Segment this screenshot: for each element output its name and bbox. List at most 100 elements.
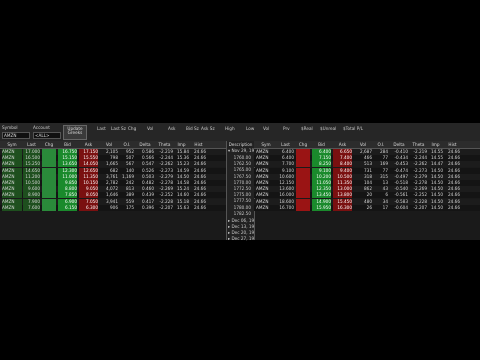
table-row[interactable]: AMZN 10.500 9.850 10.150 2,782 242 0.482 -2.278…: [0, 180, 226, 186]
table-row[interactable]: AMZN 7.600 6.150 6.300 906 175 0.396 -2.207 15.6…: [0, 204, 226, 211]
column-header[interactable]: Delta: [390, 141, 408, 148]
table-row[interactable]: AMZN 7.700 8.250 8.400 513 169 -0.453 -2.262 14.…: [254, 161, 480, 168]
table-cell: 24.66: [194, 155, 206, 161]
table-row[interactable]: AMZN 16.500 15.150 15.550 798 507 0.566 -2.244 1…: [0, 155, 226, 162]
table-row[interactable]: AMZN 6.400 6.400 6.650 2,687 284 -0.410 -2.219 1…: [254, 149, 480, 155]
table-cell: 13.650: [58, 161, 77, 168]
table-cell: 10.150: [79, 180, 98, 186]
expiry-row[interactable]: ▸ Dec 27, 19: [228, 236, 254, 242]
column-header[interactable]: Sym: [256, 141, 276, 148]
column-header[interactable]: Last: [23, 141, 40, 148]
table-cell: [42, 167, 56, 174]
table-cell: 466: [364, 155, 372, 161]
table-cell: 175: [126, 204, 134, 210]
column-header[interactable]: Sym: [2, 141, 22, 148]
table-row[interactable]: AMZN 12.150 11.050 11.350 104 13 -0.518 -2.278 1…: [254, 180, 480, 186]
table-cell: [42, 192, 56, 199]
table-cell: 6.150: [58, 204, 77, 211]
table-cell: 13.800: [333, 192, 352, 199]
table-row[interactable]: AMZN 10.600 10.200 10.500 318 315 -0.497 -2.279…: [254, 173, 480, 180]
table-cell: 12.150: [279, 180, 294, 185]
table-cell: [42, 161, 56, 168]
table-cell: [42, 204, 56, 211]
table-cell: 14.50: [431, 198, 443, 204]
table-cell: 318: [364, 173, 372, 179]
table-cell: 24.66: [448, 155, 460, 161]
table-row[interactable]: AMZN 9.100 9.100 9.400 731 77 -0.474 -2.273 14.5…: [254, 167, 480, 174]
table-cell: 8.400: [333, 161, 352, 168]
table-cell: 2,687: [360, 149, 372, 154]
column-header[interactable]: Bid: [58, 141, 77, 148]
table-cell: 16.500: [23, 155, 40, 162]
table-cell: 15.250: [23, 161, 40, 168]
strike-price: 1782.50: [233, 210, 251, 216]
strike-price: 1762.50: [233, 161, 251, 167]
table-cell: 906: [110, 204, 118, 210]
table-cell: 14.50: [431, 167, 443, 173]
table-row[interactable]: AMZN 16.000 13.450 13.800 20 6 -0.561 -2.252 14.…: [254, 192, 480, 199]
table-cell: [296, 198, 310, 205]
table-cell: -2.279: [413, 173, 428, 179]
column-header[interactable]: O.I.: [120, 141, 134, 148]
strike-price: 1775.00: [233, 192, 251, 198]
table-row[interactable]: AMZN 16.700 15.950 16.300 26 17 -0.604 -2.207 14…: [254, 204, 480, 211]
column-header[interactable]: Ask: [333, 141, 352, 148]
table-cell: 16.300: [333, 204, 352, 211]
table-cell: 14.55: [431, 155, 443, 161]
account-select[interactable]: <ALL>: [33, 132, 61, 139]
table-cell: 10.500: [333, 173, 352, 180]
column-header[interactable]: Vol: [100, 141, 118, 148]
toolbar-column-label: Vol: [263, 126, 270, 131]
table-cell: 16.750: [58, 149, 77, 155]
table-cell: 507: [126, 155, 134, 161]
table-cell: 2,782: [106, 180, 118, 185]
column-header[interactable]: Theta: [156, 141, 173, 148]
table-row[interactable]: AMZN 13.600 12.350 13.000 862 43 -0.540 -2.269 1…: [254, 186, 480, 193]
table-cell: 0.586: [142, 149, 154, 154]
table-row[interactable]: AMZN 7.900 6.900 7.050 3,941 559 0.417 -2.228 15…: [0, 198, 226, 205]
symbol-input[interactable]: AMZN: [2, 132, 30, 139]
column-header[interactable]: O.I.: [374, 141, 388, 148]
table-cell: -2.228: [159, 198, 174, 204]
table-cell: 24.66: [194, 204, 206, 210]
table-cell: -0.497: [394, 173, 409, 179]
table-cell: AMZN: [2, 173, 22, 180]
table-row[interactable]: AMZN 15.250 13.650 14.050 1,665 567 0.547 -2.26…: [0, 161, 226, 168]
table-cell: 7.050: [79, 198, 98, 205]
table-cell: 20: [366, 192, 372, 198]
table-cell: 1,646: [106, 192, 118, 198]
update-greeks-button[interactable]: Update Greeks: [63, 125, 87, 140]
table-cell: -2.262: [159, 161, 174, 167]
column-header[interactable]: Theta: [410, 141, 427, 148]
table-row[interactable]: AMZN 8.900 7.850 8.050 1,646 389 0.439 -2.252 14…: [0, 192, 226, 199]
table-cell: -0.453: [394, 161, 409, 167]
table-row[interactable]: AMZN 14.650 12.300 12.650 682 140 0.526 -2.273 1…: [0, 167, 226, 174]
table-cell: 6.400: [282, 155, 294, 161]
toolbar-column-label: Ask Sz: [201, 126, 215, 131]
table-cell: 24.66: [448, 192, 460, 198]
column-header[interactable]: Last: [277, 141, 294, 148]
table-cell: AMZN: [2, 198, 22, 205]
table-cell: [42, 173, 56, 180]
table-row[interactable]: AMZN 17.000 16.750 17.150 2,105 952 0.586 -2.21…: [0, 149, 226, 155]
column-header[interactable]: Chg: [296, 141, 310, 148]
table-cell: -0.540: [394, 186, 409, 192]
table-row[interactable]: AMZN 6.400 7.150 7.400 466 77 -0.434 -2.244 14.5…: [254, 155, 480, 162]
table-cell: 77: [382, 167, 388, 173]
expiry-label: Dec 13, 19: [231, 224, 255, 229]
column-header[interactable]: Delta: [136, 141, 154, 148]
table-cell: 11.000: [58, 173, 77, 180]
column-header[interactable]: Ask: [79, 141, 98, 148]
table-row[interactable]: AMZN 9.600 8.800 9.050 4,072 813 0.460 -2.269 15…: [0, 186, 226, 193]
table-row[interactable]: AMZN 18.600 14.900 15.450 480 34 -0.583 -2.228 1…: [254, 198, 480, 205]
table-row[interactable]: AMZN 11.200 11.000 11.350 3,761 1,169 0.503 -2.…: [0, 173, 226, 180]
column-header[interactable]: Bid: [312, 141, 331, 148]
column-header[interactable]: Chg: [42, 141, 56, 148]
column-header[interactable]: Vol: [354, 141, 372, 148]
table-cell: 24.66: [448, 167, 460, 173]
table-cell: -2.273: [159, 167, 174, 173]
strike-price: 1767.50: [233, 173, 251, 179]
table-cell: 3,941: [106, 198, 118, 204]
expiry-row-nov29[interactable]: ▾ Nov 29, 19: [228, 148, 254, 154]
table-cell: 24.66: [448, 161, 460, 167]
